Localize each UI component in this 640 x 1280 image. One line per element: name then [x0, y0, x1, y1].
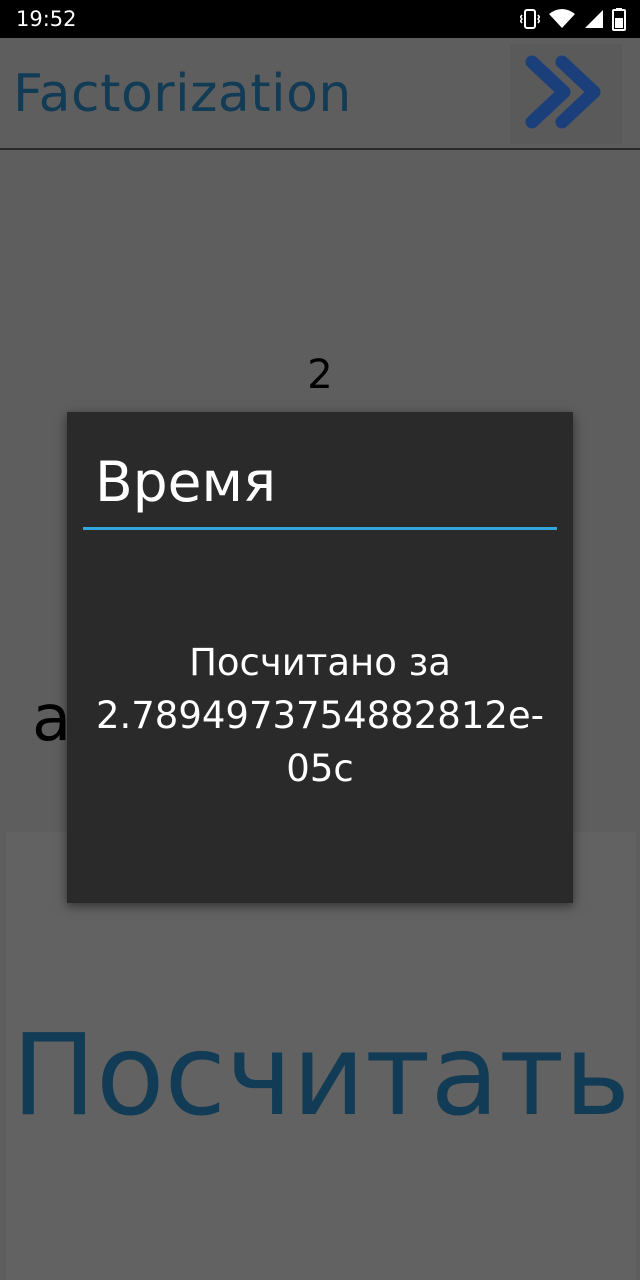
app-title: Factorization — [13, 64, 352, 124]
next-button[interactable] — [510, 44, 622, 144]
signal-icon — [584, 8, 604, 30]
dialog-divider — [83, 527, 557, 530]
dialog-message-line: Посчитано за — [189, 641, 451, 684]
status-bar: 19:52 x — [0, 0, 640, 38]
dialog-message-line: 2.789497375488281​2e- — [95, 694, 545, 737]
vibrate-icon — [520, 8, 540, 30]
status-time: 19:52 — [16, 7, 77, 31]
wifi-icon: x — [548, 8, 576, 30]
app-bar: Factorization — [0, 38, 640, 150]
time-dialog: Время Посчитано за 2.789497375488281​2e-… — [67, 412, 573, 903]
number-input[interactable]: a — [32, 682, 71, 756]
dialog-message: Посчитано за 2.789497375488281​2e- 05с — [67, 636, 573, 795]
calculate-button-label: Посчитать — [11, 1011, 631, 1141]
double-chevron-right-icon — [524, 50, 608, 139]
dialog-message-line: 05с — [286, 747, 354, 790]
status-icons: x — [520, 7, 626, 31]
battery-icon — [612, 7, 626, 31]
dialog-title: Время — [95, 450, 277, 514]
result-value: 2 — [307, 352, 333, 398]
svg-text:x: x — [566, 10, 572, 20]
